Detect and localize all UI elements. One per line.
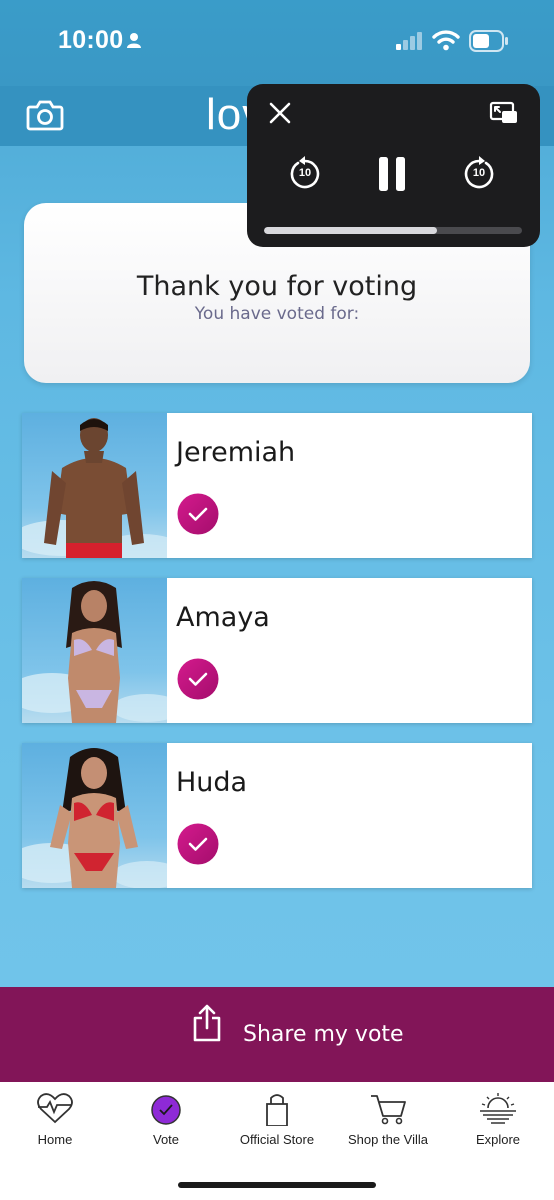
- vote-check-icon: [151, 1095, 181, 1125]
- share-icon: [193, 1004, 221, 1042]
- contestant-photo: [22, 578, 167, 723]
- share-vote-button[interactable]: Share my vote: [0, 987, 554, 1082]
- tab-label: Official Store: [239, 1132, 315, 1147]
- contestant-name: Huda: [176, 767, 248, 798]
- person-icon: [127, 33, 141, 48]
- tab-label: Explore: [475, 1132, 521, 1147]
- share-label: Share my vote: [243, 1022, 404, 1047]
- home-indicator: [178, 1182, 376, 1188]
- check-icon: [177, 658, 219, 700]
- status-bar: 10:00: [0, 0, 554, 86]
- signal-icon: [396, 32, 422, 50]
- check-icon: [177, 823, 219, 865]
- tab-explore[interactable]: Explore: [443, 1082, 553, 1162]
- contestant-card-huda[interactable]: Huda: [22, 743, 532, 888]
- expand-icon[interactable]: [489, 101, 519, 125]
- sunset-icon: [480, 1093, 516, 1124]
- shopping-bag-icon: [266, 1094, 288, 1126]
- tab-vote[interactable]: Vote: [111, 1082, 221, 1162]
- skip-forward-button[interactable]: 10: [463, 155, 495, 189]
- pip-progress-bar[interactable]: [264, 227, 522, 234]
- wifi-icon: [432, 30, 460, 51]
- tab-official-store[interactable]: Official Store: [222, 1082, 332, 1162]
- contestant-photo: [22, 413, 167, 558]
- contestant-card-amaya[interactable]: Amaya: [22, 578, 532, 723]
- contestant-card-jeremiah[interactable]: Jeremiah: [22, 413, 532, 558]
- check-icon: [177, 493, 219, 535]
- close-icon[interactable]: [269, 102, 291, 124]
- camera-icon[interactable]: [26, 98, 64, 132]
- cart-icon: [371, 1095, 406, 1125]
- skip-back-button[interactable]: 10: [289, 155, 321, 189]
- status-time: 10:00: [58, 26, 124, 54]
- skip-forward-label: 10: [472, 167, 486, 179]
- tab-label: Vote: [152, 1132, 180, 1147]
- thanks-subtitle: You have voted for:: [194, 304, 360, 324]
- skip-back-label: 10: [298, 167, 312, 179]
- tab-home[interactable]: Home: [0, 1082, 110, 1162]
- tab-label: Home: [37, 1132, 73, 1147]
- pip-video-player[interactable]: 10 10: [247, 84, 540, 247]
- contestant-photo: [22, 743, 167, 888]
- tab-label: Shop the Villa: [348, 1132, 428, 1147]
- heart-pulse-icon: [37, 1093, 73, 1124]
- pause-icon[interactable]: [378, 156, 406, 192]
- pip-progress-fill: [264, 227, 437, 234]
- contestant-name: Jeremiah: [176, 437, 296, 468]
- thanks-title: Thank you for voting: [136, 271, 418, 302]
- contestant-name: Amaya: [176, 602, 270, 633]
- tab-shop-the-villa[interactable]: Shop the Villa: [333, 1082, 443, 1162]
- battery-icon: [469, 30, 508, 52]
